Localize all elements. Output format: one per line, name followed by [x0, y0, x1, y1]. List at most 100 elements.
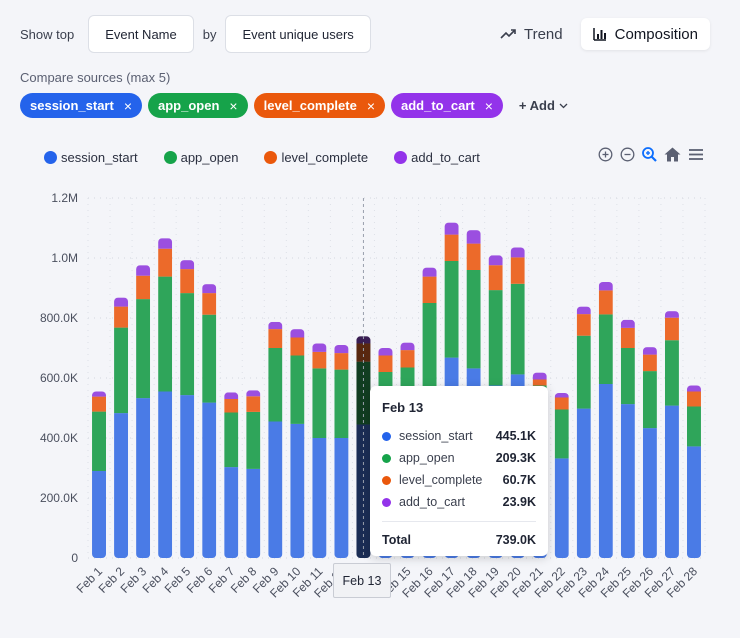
- bar-segment: [136, 398, 151, 558]
- y-tick-label: 800.0K: [40, 311, 78, 325]
- compare-chips: session_start × app_open × level_complet…: [20, 93, 578, 118]
- remove-chip-icon[interactable]: ×: [229, 98, 237, 114]
- legend-dot: [394, 151, 408, 164]
- bar-stack[interactable]: [312, 343, 327, 559]
- chip-label: add_to_cart: [401, 98, 475, 113]
- bar-stack[interactable]: [334, 345, 349, 558]
- bar-segment: [268, 329, 283, 348]
- bar-segment: [642, 371, 657, 429]
- bar-segment: [554, 397, 569, 410]
- bar-segment: [554, 409, 569, 459]
- bar-stack[interactable]: [620, 319, 635, 558]
- bar-segment: [180, 293, 195, 396]
- bar-segment: [224, 399, 239, 413]
- chart-tooltip: Feb 13 session_start 445.1K app_open 209.3…: [370, 386, 548, 556]
- bar-stack[interactable]: [202, 284, 217, 558]
- chip-label: app_open: [158, 98, 220, 113]
- zoom-out-icon[interactable]: [618, 145, 636, 163]
- legend-label: session_start: [61, 150, 138, 165]
- bar-stack[interactable]: [268, 321, 283, 558]
- tooltip-total-value: 739.0K: [495, 533, 536, 547]
- zoom-in-icon[interactable]: [596, 145, 614, 163]
- bar-segment: [598, 282, 613, 291]
- bar-segment: [290, 355, 305, 424]
- bar-segment: [290, 423, 305, 558]
- chip-add-to-cart[interactable]: add_to_cart ×: [391, 93, 503, 118]
- legend-item-add-to-cart[interactable]: add_to_cart: [394, 150, 480, 165]
- bar-stack[interactable]: [686, 385, 701, 559]
- add-source-button[interactable]: + Add: [509, 98, 578, 113]
- bar-segment: [334, 345, 349, 354]
- bar-segment: [92, 471, 107, 558]
- bar-segment: [422, 276, 437, 303]
- bar-segment: [576, 335, 591, 409]
- bar-segment: [686, 446, 701, 558]
- bar-segment: [92, 411, 107, 471]
- bar-stack[interactable]: [224, 392, 239, 558]
- bar-segment: [268, 421, 283, 558]
- chip-level-complete[interactable]: level_complete ×: [253, 93, 386, 118]
- bar-stack[interactable]: [598, 282, 613, 558]
- bar-segment: [444, 234, 459, 261]
- menu-icon[interactable]: [686, 145, 706, 163]
- bar-segment: [444, 222, 459, 235]
- bar-segment: [158, 276, 173, 392]
- bar-segment: [158, 238, 173, 249]
- toolbar: Show top Event Name by Event unique user…: [20, 15, 710, 53]
- chip-session-start[interactable]: session_start ×: [20, 93, 143, 118]
- bar-segment: [290, 337, 305, 356]
- composition-tab[interactable]: Composition: [580, 18, 710, 50]
- dimension-select[interactable]: Event Name: [88, 15, 194, 53]
- bar-segment: [114, 327, 129, 414]
- remove-chip-icon[interactable]: ×: [124, 98, 132, 114]
- bar-stack[interactable]: [92, 391, 107, 559]
- legend-dot: [264, 151, 278, 164]
- bar-segment: [312, 438, 327, 558]
- bar-segment: [224, 412, 239, 468]
- y-tick-label: 400.0K: [40, 431, 78, 445]
- bar-stack[interactable]: [136, 265, 151, 558]
- legend-label: app_open: [180, 150, 239, 165]
- bar-stack[interactable]: [180, 260, 195, 558]
- bar-segment: [92, 396, 107, 412]
- bar-segment: [158, 248, 173, 277]
- bar-segment: [576, 408, 591, 558]
- legend-item-session-start[interactable]: session_start: [44, 150, 138, 165]
- bar-segment: [620, 404, 635, 558]
- metric-select[interactable]: Event unique users: [225, 15, 371, 53]
- bar-segment: [554, 393, 569, 398]
- bar-stack[interactable]: [554, 393, 569, 558]
- tooltip-row: add_to_cart 23.9K: [382, 491, 536, 513]
- bar-stack[interactable]: [114, 297, 129, 558]
- magnifier-icon[interactable]: [640, 145, 658, 163]
- bar-stack[interactable]: [642, 347, 657, 558]
- remove-chip-icon[interactable]: ×: [485, 98, 493, 114]
- bar-segment: [466, 230, 481, 244]
- bar-stack[interactable]: [158, 238, 173, 558]
- chip-app-open[interactable]: app_open ×: [148, 93, 248, 118]
- bar-stack[interactable]: [246, 390, 261, 558]
- bar-segment: [158, 391, 173, 558]
- legend-item-level-complete[interactable]: level_complete: [264, 150, 368, 165]
- y-tick-label: 200.0K: [40, 491, 78, 505]
- bar-stack[interactable]: [290, 329, 305, 558]
- trend-icon: [500, 29, 516, 39]
- legend-item-app-open[interactable]: app_open: [163, 150, 239, 165]
- bar-segment: [290, 329, 305, 338]
- bar-segment: [686, 385, 701, 392]
- bar-segment: [268, 321, 283, 330]
- bar-segment: [664, 340, 679, 406]
- trend-tab[interactable]: Trend: [488, 18, 575, 50]
- tooltip-series-name: app_open: [399, 451, 455, 465]
- bar-segment: [466, 270, 481, 369]
- tooltip-row: session_start 445.1K: [382, 425, 536, 447]
- remove-chip-icon[interactable]: ×: [367, 98, 375, 114]
- bar-segment: [532, 379, 547, 386]
- bar-segment: [114, 306, 129, 328]
- bar-stack[interactable]: [664, 311, 679, 558]
- tooltip-dot: [382, 497, 391, 507]
- home-icon[interactable]: [662, 145, 682, 163]
- bar-stack[interactable]: [576, 306, 591, 558]
- bar-segment: [268, 348, 283, 422]
- bar-segment: [114, 413, 129, 558]
